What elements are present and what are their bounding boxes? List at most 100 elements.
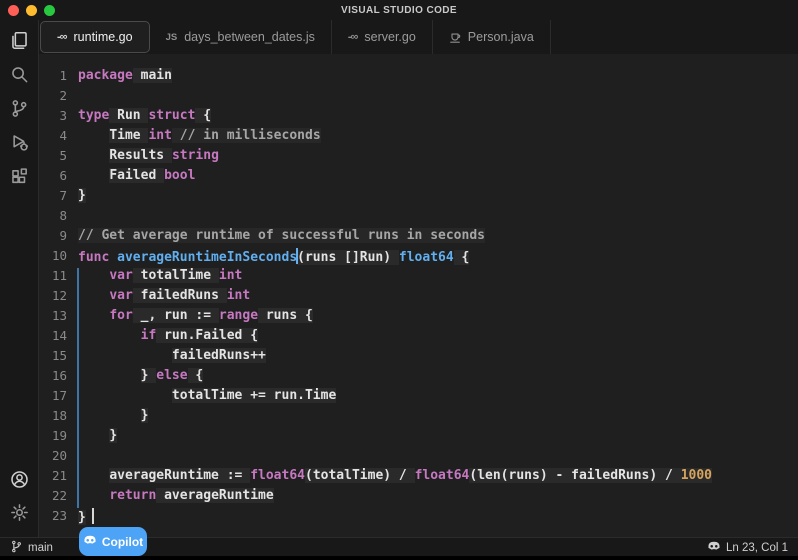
token-id: _, run :=	[133, 308, 219, 323]
token-ws	[78, 268, 109, 283]
line-number: 16	[39, 368, 78, 388]
text-cursor	[92, 508, 94, 524]
line-number: 6	[39, 168, 78, 188]
cursor-position-indicator[interactable]: Ln 23, Col 1	[697, 538, 798, 557]
account-icon[interactable]	[4, 466, 34, 492]
token-id: run.Failed {	[156, 328, 258, 343]
token-kw: package	[78, 68, 133, 83]
code-line-6: Failed bool	[78, 168, 798, 188]
vscode-window: Visual Studio Code -∞runtime.goJSdays_be…	[0, 0, 798, 560]
token-kw: bool	[164, 168, 195, 183]
activity-bar-bottom	[0, 466, 38, 537]
copilot-button-label: Copilot	[102, 535, 143, 549]
token-id: failedRuns	[133, 288, 227, 303]
line-col-label: Ln 23, Col 1	[726, 542, 788, 554]
copilot-button[interactable]: Copilot	[79, 527, 147, 556]
token-ws	[78, 128, 109, 143]
token-kw: int	[219, 268, 242, 283]
tab-Person.java[interactable]: Person.java	[433, 20, 551, 54]
line-number: 5	[39, 148, 78, 168]
token-id: }	[78, 510, 86, 525]
code-line-22: return averageRuntime	[78, 488, 798, 508]
settings-icon[interactable]	[4, 499, 34, 525]
token-id: totalTime	[133, 268, 219, 283]
close-window-button[interactable]	[8, 5, 19, 16]
source-control-icon[interactable]	[4, 95, 34, 121]
title-bar: Visual Studio Code	[0, 0, 798, 21]
minimize-window-button[interactable]	[26, 5, 37, 16]
token-id: (len(runs) - failedRuns) /	[469, 468, 680, 483]
code-line-19: }	[78, 428, 798, 448]
line-number: 18	[39, 408, 78, 428]
token-ws	[78, 168, 109, 183]
code-line-15: failedRuns++	[78, 348, 798, 368]
token-ty: float64	[399, 250, 454, 265]
line-number: 8	[39, 208, 78, 228]
token-kw: range	[219, 308, 258, 323]
code-line-14: if run.Failed {	[78, 328, 798, 348]
token-id: (totalTime) /	[305, 468, 415, 483]
activity-bar	[0, 20, 39, 537]
code-line-2	[78, 88, 798, 108]
token-kw: var	[109, 288, 132, 303]
line-number: 21	[39, 468, 78, 488]
line-number: 13	[39, 308, 78, 328]
code-line-16: } else {	[78, 368, 798, 388]
token-id: }	[141, 368, 157, 383]
code-line-3: type Run struct {	[78, 108, 798, 128]
line-number: 9	[39, 228, 78, 248]
token-kw: float64	[250, 468, 305, 483]
token-kw: else	[156, 368, 187, 383]
tab-days_between_dates.js[interactable]: JSdays_between_dates.js	[150, 20, 332, 54]
tab-label: Person.java	[468, 30, 534, 44]
copilot-icon	[707, 539, 721, 556]
token-id: averageRuntime :=	[109, 468, 250, 483]
tab-runtime.go[interactable]: -∞runtime.go	[40, 21, 150, 53]
token-kw: int	[148, 128, 171, 143]
token-ws	[78, 348, 172, 363]
code-line-18: }	[78, 408, 798, 428]
window-bottom-edge	[0, 556, 798, 560]
tab-server.go[interactable]: -∞ server.go	[332, 20, 433, 54]
token-ws	[78, 488, 109, 503]
token-id: }	[141, 408, 149, 423]
token-num: 1000	[681, 468, 712, 483]
token-id: failedRuns++	[172, 348, 266, 363]
copilot-icon	[83, 533, 97, 550]
tab-bar: -∞runtime.goJSdays_between_dates.js -∞ ser…	[39, 20, 798, 55]
code-content: package main type Run struct { Time int /…	[78, 54, 798, 528]
token-ws	[78, 328, 141, 343]
search-icon[interactable]	[4, 61, 34, 87]
code-line-13: for _, run := range runs {	[78, 308, 798, 328]
token-cm: // Get average runtime of successful run…	[78, 228, 485, 243]
token-id: main	[133, 68, 172, 83]
token-id: {	[454, 250, 470, 265]
token-ws	[78, 468, 109, 483]
line-number: 23	[39, 508, 78, 528]
code-line-21: averageRuntime := float64(totalTime) / f…	[78, 468, 798, 488]
line-number: 2	[39, 88, 78, 108]
activity-bar-top	[0, 20, 38, 189]
java-file-icon	[449, 31, 461, 44]
zoom-window-button[interactable]	[44, 5, 55, 16]
git-branch-indicator[interactable]: main	[0, 538, 63, 557]
token-id: Time	[109, 128, 148, 143]
explorer-icon[interactable]	[4, 27, 34, 53]
code-line-23: }	[78, 508, 798, 528]
code-line-17: totalTime += run.Time	[78, 388, 798, 408]
line-number: 12	[39, 288, 78, 308]
token-kw: func	[78, 250, 109, 265]
token-ws	[78, 288, 109, 303]
extensions-icon[interactable]	[4, 163, 34, 189]
token-id: totalTime += run.Time	[172, 388, 336, 403]
run-debug-icon[interactable]	[4, 129, 34, 155]
code-editor[interactable]: 1234567891011121314151617181920212223 pa…	[39, 54, 798, 537]
token-cm: // in milliseconds	[172, 128, 321, 143]
token-kw: for	[109, 308, 132, 323]
line-number: 3	[39, 108, 78, 128]
tab-label: server.go	[364, 30, 415, 44]
token-kw: if	[141, 328, 157, 343]
go-file-icon: -∞	[348, 31, 358, 43]
branch-name: main	[28, 542, 53, 554]
line-number: 22	[39, 488, 78, 508]
